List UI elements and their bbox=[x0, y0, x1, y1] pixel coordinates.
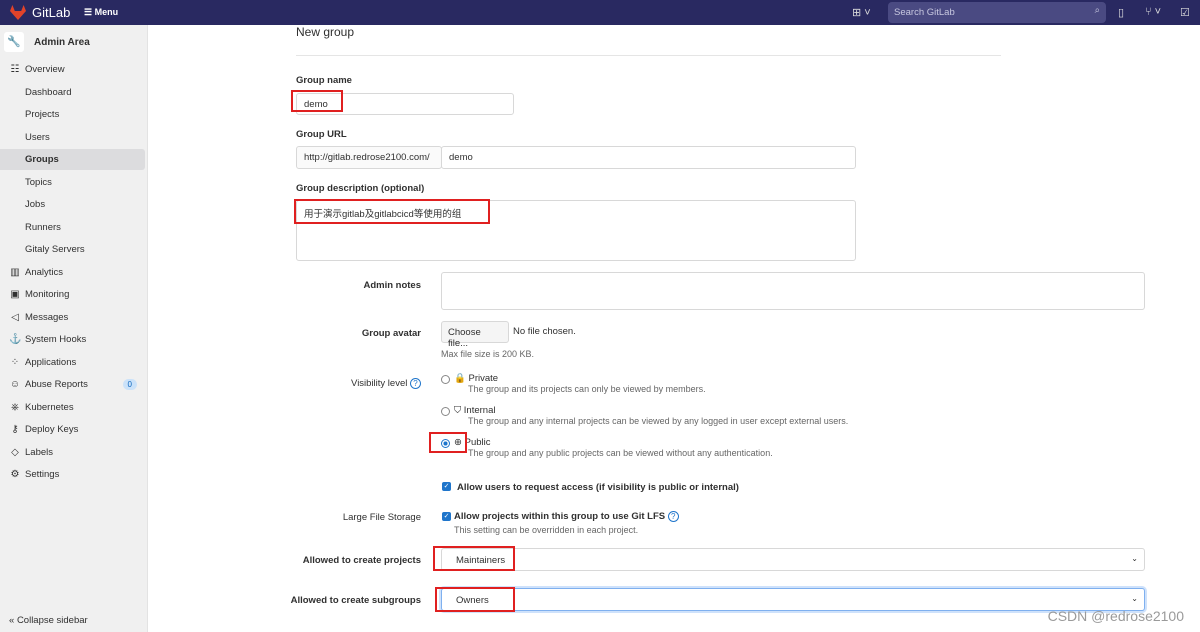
visibility-private-radio[interactable] bbox=[441, 375, 450, 384]
group-avatar-label: Group avatar bbox=[361, 328, 421, 339]
sidebar-item-analytics[interactable]: ▥ Analytics bbox=[0, 262, 145, 283]
megaphone-icon: ◁ bbox=[11, 311, 19, 323]
sidebar-item-labels[interactable]: ◇ Labels bbox=[0, 442, 145, 463]
highlight-box bbox=[435, 587, 515, 612]
applications-icon: ⁘ bbox=[10, 356, 20, 368]
chevron-down-icon: ⌄ bbox=[1131, 554, 1138, 563]
lfs-option: Allow projects within this group to use … bbox=[454, 511, 679, 522]
sidebar-item-projects[interactable]: Projects bbox=[0, 104, 145, 125]
sidebar-item-abuse-reports[interactable]: ☺ Abuse Reports 0 bbox=[0, 374, 145, 395]
lfs-label: Large File Storage bbox=[342, 512, 421, 523]
gitlab-logo-icon[interactable] bbox=[10, 5, 26, 20]
sidebar-item-applications[interactable]: ⁘ Applications bbox=[0, 352, 145, 373]
search-icon: ⌕ bbox=[1094, 5, 1100, 16]
sidebar-item-runners[interactable]: Runners bbox=[0, 217, 145, 238]
max-size-help: Max file size is 200 KB. bbox=[441, 349, 535, 359]
sidebar-item-groups[interactable]: Groups bbox=[0, 149, 145, 170]
visibility-private-option[interactable]: 🔒 Private bbox=[454, 373, 498, 384]
sidebar-item-settings[interactable]: ⚙ Settings bbox=[0, 464, 145, 485]
lfs-checkbox[interactable]: ✓ bbox=[442, 512, 451, 521]
group-url-label: Group URL bbox=[296, 129, 347, 140]
highlight-box bbox=[294, 199, 490, 224]
sidebar: 🔧 Admin Area ☷ Overview Dashboard Projects Us… bbox=[0, 25, 148, 632]
key-icon: ⚷ bbox=[11, 424, 19, 435]
help-icon[interactable]: ? bbox=[667, 511, 679, 522]
admin-notes-textarea[interactable] bbox=[441, 272, 1145, 310]
page-title: New group bbox=[296, 25, 355, 39]
help-icon[interactable]: ? bbox=[410, 378, 421, 389]
description-label: Group description (optional) bbox=[296, 183, 425, 194]
overview-icon: ☷ bbox=[10, 64, 20, 75]
sidebar-item-kubernetes[interactable]: ⎈ Kubernetes bbox=[0, 397, 145, 418]
sidebar-item-dashboard[interactable]: Dashboard bbox=[0, 82, 145, 103]
sidebar-item-users[interactable]: Users bbox=[0, 127, 145, 148]
highlight-box bbox=[433, 546, 515, 571]
no-file-text: No file chosen. bbox=[513, 326, 576, 337]
main-content: New group Group name demo Group URL http… bbox=[148, 25, 1200, 632]
search-input[interactable]: Search GitLab ⌕ bbox=[888, 2, 1106, 23]
count-badge: 0 bbox=[122, 379, 137, 390]
lock-icon: 🔒 bbox=[454, 373, 466, 384]
merge-requests-icon[interactable]: ⑂ ˅ bbox=[1145, 6, 1161, 18]
sidebar-item-system-hooks[interactable]: ⚓ System Hooks bbox=[0, 329, 145, 350]
sidebar-item-topics[interactable]: Topics bbox=[0, 172, 145, 193]
sidebar-item-overview[interactable]: ☷ Overview bbox=[0, 59, 145, 80]
issues-icon[interactable]: ▯ bbox=[1118, 6, 1124, 19]
group-url-input[interactable]: demo bbox=[441, 146, 856, 169]
highlight-box bbox=[429, 432, 467, 453]
group-name-label: Group name bbox=[296, 75, 352, 86]
sidebar-item-deploy-keys[interactable]: ⚷ Deploy Keys bbox=[0, 419, 145, 440]
wrench-icon: 🔧 bbox=[4, 32, 24, 52]
todos-icon[interactable]: ☑ bbox=[1180, 6, 1190, 19]
visibility-description: The group and any public projects can be… bbox=[468, 448, 773, 458]
settings-icon: ⚙ bbox=[10, 469, 20, 480]
admin-area-header[interactable]: 🔧 Admin Area bbox=[4, 31, 90, 53]
label-icon: ◇ bbox=[11, 446, 19, 458]
monitor-icon: ▣ bbox=[10, 289, 20, 300]
lfs-help: This setting can be overridden in each p… bbox=[454, 525, 639, 535]
top-navbar: GitLab ☰ Menu ⊞ ˅ Search GitLab ⌕ ▯ ⑂ ˅ ☑ bbox=[0, 0, 1200, 25]
create-subgroups-select[interactable]: Owners ⌄ bbox=[441, 588, 1145, 611]
sidebar-item-gitaly-servers[interactable]: Gitaly Servers bbox=[0, 239, 145, 260]
shield-icon: ⛉ bbox=[454, 405, 462, 416]
visibility-description: The group and any internal projects can … bbox=[468, 416, 849, 426]
divider bbox=[296, 55, 1001, 56]
create-projects-select[interactable]: Maintainers ⌄ bbox=[441, 548, 1145, 571]
sidebar-item-messages[interactable]: ◁ Messages bbox=[0, 307, 145, 328]
highlight-box bbox=[291, 90, 343, 112]
menu-button[interactable]: ☰ Menu bbox=[84, 7, 118, 18]
request-access-checkbox[interactable]: ✓ bbox=[442, 482, 451, 491]
visibility-label: Visibility level ? bbox=[296, 378, 421, 389]
hamburger-icon: ☰ bbox=[84, 7, 95, 17]
create-subgroups-label: Allowed to create subgroups bbox=[290, 595, 421, 606]
watermark: CSDN @redrose2100 bbox=[1047, 608, 1184, 624]
choose-file-button[interactable]: Choose file... bbox=[441, 321, 509, 349]
visibility-internal-option[interactable]: ⛉ Internal bbox=[454, 405, 495, 416]
collapse-sidebar-button[interactable]: « Collapse sidebar bbox=[9, 615, 88, 626]
anchor-icon: ⚓ bbox=[9, 334, 22, 345]
chevron-double-left-icon: « bbox=[9, 615, 17, 626]
visibility-description: The group and its projects can only be v… bbox=[468, 384, 706, 394]
analytics-icon: ▥ bbox=[10, 266, 20, 278]
chevron-down-icon: ⌄ bbox=[1131, 594, 1138, 603]
admin-notes-label: Admin notes bbox=[363, 280, 421, 291]
url-prefix: http://gitlab.redrose2100.com/ bbox=[296, 146, 442, 169]
create-projects-label: Allowed to create projects bbox=[302, 555, 421, 566]
sidebar-item-jobs[interactable]: Jobs bbox=[0, 194, 145, 215]
visibility-internal-radio[interactable] bbox=[441, 407, 450, 416]
sidebar-item-monitoring[interactable]: ▣ Monitoring bbox=[0, 284, 145, 305]
request-access-label: Allow users to request access (if visibi… bbox=[457, 482, 739, 493]
new-item-icon[interactable]: ⊞ ˅ bbox=[852, 6, 871, 19]
kubernetes-icon: ⎈ bbox=[11, 401, 19, 413]
abuse-icon: ☺ bbox=[9, 379, 21, 390]
brand[interactable]: GitLab bbox=[32, 5, 70, 20]
